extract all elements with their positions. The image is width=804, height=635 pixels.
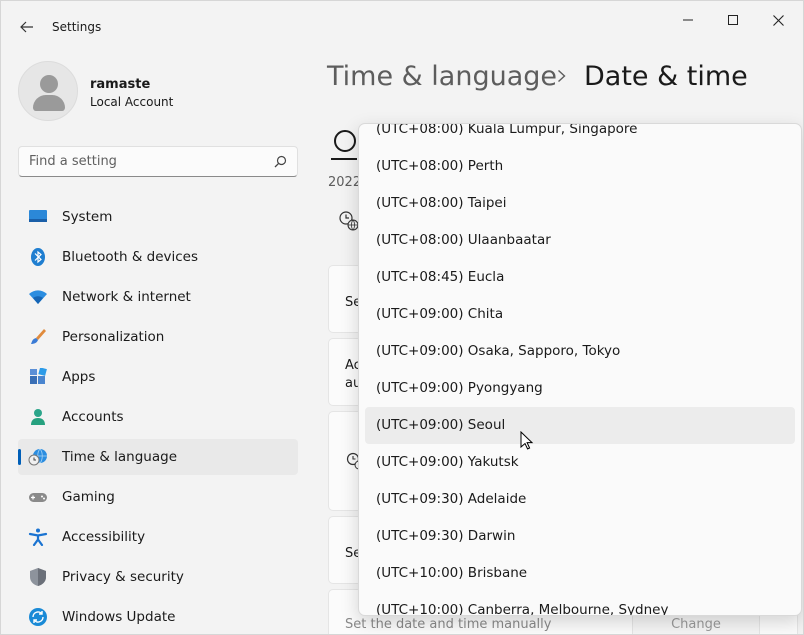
timezone-option[interactable]: (UTC+08:45) Eucla: [365, 259, 795, 296]
search-input[interactable]: [29, 154, 259, 169]
search-box[interactable]: [18, 146, 298, 177]
manual-date-time-label: Set the date and time manually: [345, 617, 552, 632]
sidebar-item-label: Privacy & security: [62, 569, 184, 585]
timezone-globe-icon: [339, 211, 359, 231]
minimize-button[interactable]: [665, 9, 711, 31]
maximize-button[interactable]: [710, 9, 756, 31]
timezone-option[interactable]: (UTC+09:00) Pyongyang: [365, 370, 795, 407]
timezone-option-label: (UTC+09:00) Chita: [376, 306, 504, 322]
sidebar-item-label: System: [62, 209, 113, 225]
mouse-cursor-icon: [520, 431, 534, 450]
sidebar-item-label: Windows Update: [62, 609, 176, 625]
avatar-head: [40, 75, 58, 93]
sidebar-item-label: Accounts: [62, 409, 124, 425]
timezone-option[interactable]: (UTC+09:30) Adelaide: [365, 481, 795, 518]
apps-icon: [30, 368, 47, 384]
bluetooth-icon: [31, 248, 45, 266]
timezone-option-label: (UTC+08:00) Taipei: [376, 195, 507, 211]
avatar[interactable]: [18, 61, 78, 121]
sidebar-item-label: Accessibility: [62, 529, 146, 545]
sidebar-item-personalization[interactable]: Personalization: [18, 319, 298, 355]
monitor-icon: [29, 210, 47, 222]
page-title: Date & time: [584, 61, 748, 92]
sidebar-item-windows-update[interactable]: Windows Update: [18, 599, 298, 634]
maximize-icon: [728, 15, 738, 25]
sidebar-item-label: Network & internet: [62, 289, 191, 305]
timezone-option[interactable]: (UTC+08:00) Taipei: [365, 185, 795, 222]
timezone-option[interactable]: (UTC+09:00) Chita: [365, 296, 795, 333]
sidebar-item-apps[interactable]: Apps: [18, 359, 298, 395]
sidebar-nav: System Bluetooth & devices Network & int…: [18, 199, 298, 634]
back-arrow-icon: [20, 21, 33, 33]
timezone-option-label: (UTC+10:00) Brisbane: [376, 565, 528, 581]
sidebar-item-label: Personalization: [62, 329, 165, 345]
avatar-body: [33, 95, 65, 111]
sidebar-item-accounts[interactable]: Accounts: [18, 399, 298, 435]
sidebar-item-system[interactable]: System: [18, 199, 298, 235]
timezone-option[interactable]: (UTC+09:00) Osaka, Sapporo, Tokyo: [365, 333, 795, 370]
timezone-option-label: (UTC+09:00) Yakutsk: [376, 454, 519, 470]
timezone-option-label: (UTC+08:00) Ulaanbaatar: [376, 232, 551, 248]
timezone-option-label: (UTC+09:30) Darwin: [376, 528, 516, 544]
timezone-option-label: (UTC+09:00) Osaka, Sapporo, Tokyo: [376, 343, 621, 359]
close-button[interactable]: [755, 9, 801, 31]
sidebar-item-privacy[interactable]: Privacy & security: [18, 559, 298, 595]
timezone-option[interactable]: (UTC+09:00) Yakutsk: [365, 444, 795, 481]
breadcrumb-parent[interactable]: Time & language: [327, 61, 557, 92]
timezone-option-label: (UTC+08:00) Perth: [376, 158, 504, 174]
timezone-list: (UTC+08:00) Kuala Lumpur, Singapore (UTC+…: [359, 123, 801, 616]
search-icon[interactable]: [274, 155, 287, 168]
timezone-option[interactable]: (UTC+09:00) Seoul: [365, 407, 795, 444]
back-button[interactable]: [13, 15, 41, 39]
sidebar-item-bluetooth[interactable]: Bluetooth & devices: [18, 239, 298, 275]
sidebar-item-accessibility[interactable]: Accessibility: [18, 519, 298, 555]
minimize-icon: [683, 19, 693, 21]
timezone-option-label: (UTC+10:00) Canberra, Melbourne, Sydney: [376, 602, 669, 616]
wifi-icon: [29, 290, 47, 304]
person-icon: [31, 409, 45, 425]
shield-icon: [30, 568, 46, 586]
settings-window: Settings ramaste Local Account System Bl…: [0, 0, 804, 635]
update-icon: [29, 608, 47, 626]
clock-globe-icon: [28, 448, 47, 466]
sidebar-item-time-language[interactable]: Time & language: [18, 439, 298, 475]
sidebar-item-network[interactable]: Network & internet: [18, 279, 298, 315]
timezone-option[interactable]: (UTC+08:00) Ulaanbaatar: [365, 222, 795, 259]
clock-icon: [331, 130, 357, 160]
title-bar: Settings: [1, 1, 803, 49]
timezone-option-label: (UTC+09:30) Adelaide: [376, 491, 527, 507]
timezone-option-label: (UTC+09:00) Seoul: [376, 417, 506, 433]
user-name: ramaste: [90, 77, 151, 92]
timezone-option-label: (UTC+09:00) Pyongyang: [376, 380, 543, 396]
timezone-dropdown[interactable]: (UTC+08:00) Kuala Lumpur, Singapore (UTC+…: [358, 123, 802, 616]
accessibility-icon: [28, 528, 48, 546]
sidebar-item-label: Time & language: [62, 449, 178, 465]
current-date-text: 2022: [328, 175, 362, 190]
sidebar-item-label: Gaming: [62, 489, 115, 505]
timezone-option[interactable]: (UTC+08:00) Kuala Lumpur, Singapore: [365, 123, 795, 148]
sidebar-item-label: Bluetooth & devices: [62, 249, 199, 265]
timezone-option[interactable]: (UTC+10:00) Brisbane: [365, 555, 795, 592]
sidebar-item-gaming[interactable]: Gaming: [18, 479, 298, 515]
close-icon: [772, 14, 784, 26]
timezone-option[interactable]: (UTC+09:30) Darwin: [365, 518, 795, 555]
user-account-type: Local Account: [90, 95, 174, 109]
sidebar-item-label: Apps: [62, 369, 96, 385]
brush-icon: [31, 329, 46, 344]
timezone-option[interactable]: (UTC+08:00) Perth: [365, 148, 795, 185]
timezone-option-label: (UTC+08:45) Eucla: [376, 269, 505, 285]
timezone-option-label: (UTC+08:00) Kuala Lumpur, Singapore: [376, 123, 638, 137]
app-title: Settings: [52, 20, 102, 34]
breadcrumb-chevron-icon: [557, 67, 566, 88]
timezone-option[interactable]: (UTC+10:00) Canberra, Melbourne, Sydney: [365, 592, 795, 616]
gamepad-icon: [29, 493, 47, 502]
